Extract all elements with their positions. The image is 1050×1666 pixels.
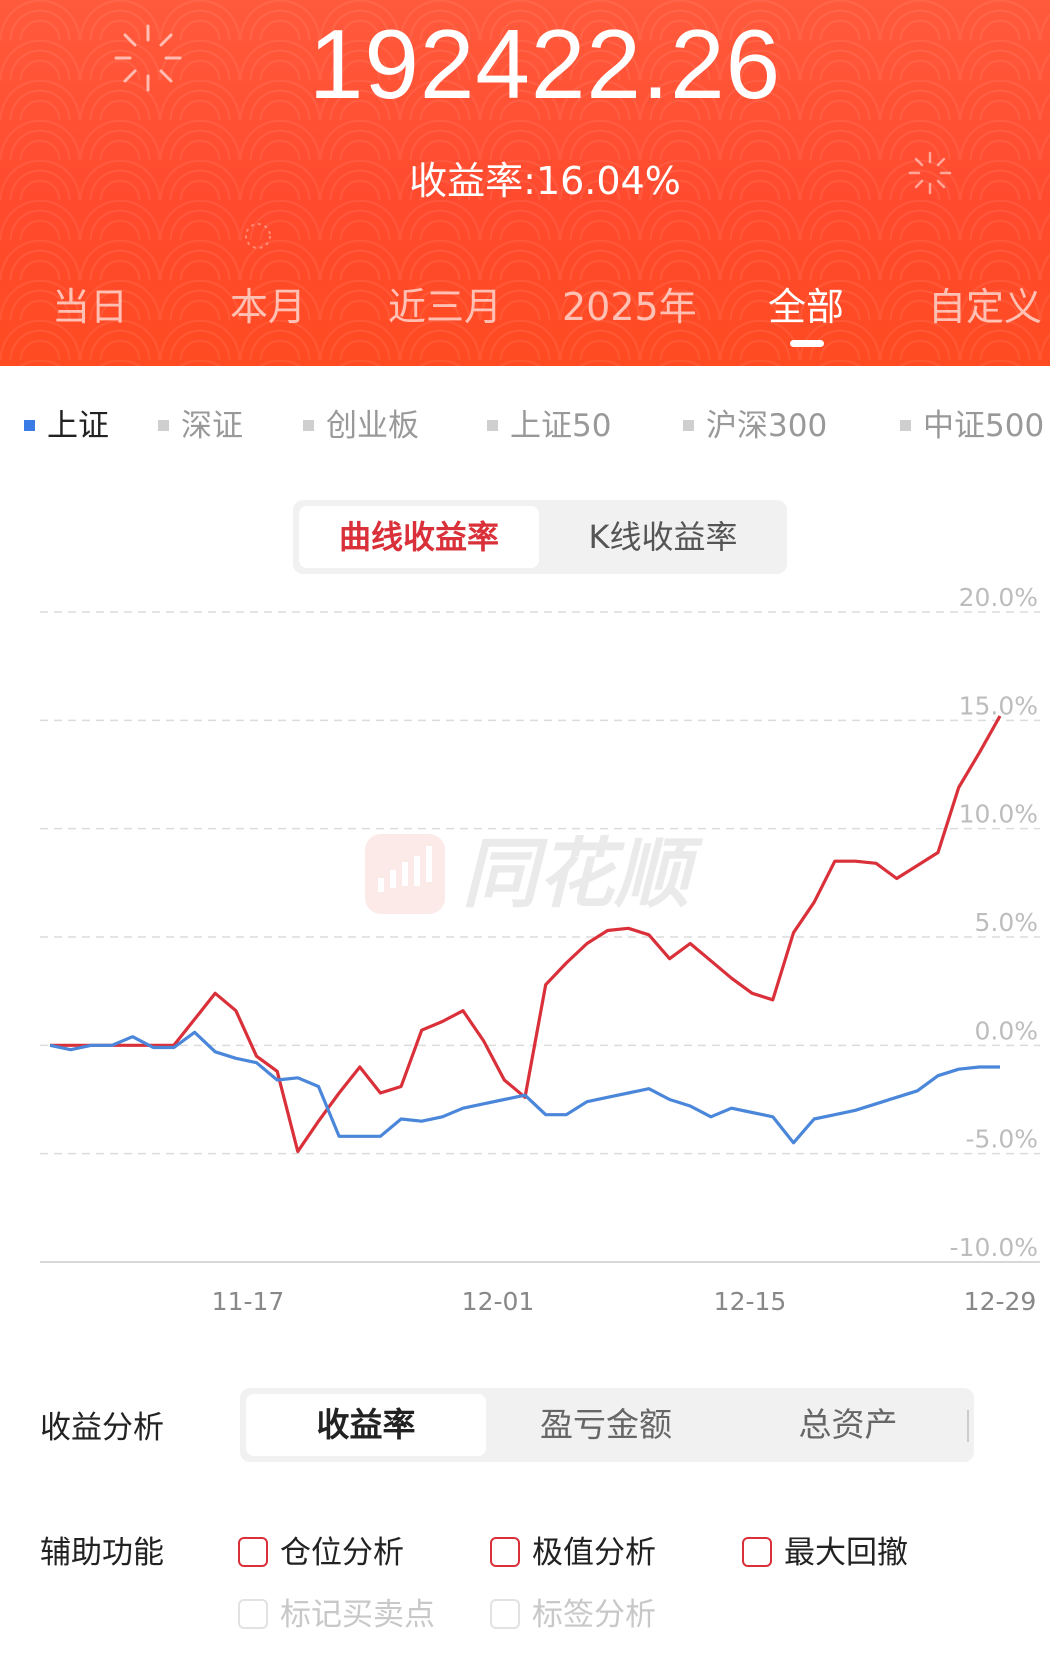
- index-csi300[interactable]: 沪深300: [683, 400, 827, 445]
- analysis-segmented-control: 收益率 盈亏金额 总资产: [240, 1388, 974, 1462]
- index-csi500[interactable]: 中证500: [900, 400, 1044, 445]
- extreme-analysis-checkbox[interactable]: 极值分析: [490, 1527, 656, 1572]
- aux-functions-label: 辅助功能: [40, 1535, 164, 1571]
- tab-year-2025[interactable]: 2025年: [562, 276, 697, 331]
- index-return-line: [49, 1030, 1000, 1145]
- curve-return-button[interactable]: 曲线收益率: [299, 506, 539, 568]
- y-tick-label: -10.0%: [950, 1233, 1038, 1262]
- watermark-text: 同花顺: [462, 829, 704, 918]
- x-tick-label: 12-29: [964, 1287, 1037, 1316]
- checkbox-icon: [238, 1536, 268, 1567]
- segment-profit-loss[interactable]: 盈亏金额: [486, 1394, 726, 1456]
- chart-mode-switch: 曲线收益率 K线收益率: [293, 500, 787, 574]
- segment-total-assets[interactable]: 总资产: [728, 1394, 968, 1456]
- legend-square-icon: [303, 420, 314, 431]
- x-tick-label: 11-17: [212, 1287, 285, 1316]
- legend-square-icon: [683, 420, 694, 431]
- index-chinext[interactable]: 创业板: [303, 400, 419, 445]
- return-chart: 同花顺 20.0% 15.0% 10.0% 5.0% 0.0% -5.0% -10.0% 1…: [0, 580, 1050, 1320]
- y-tick-label: 5.0%: [974, 908, 1038, 937]
- legend-square-icon: [487, 420, 498, 431]
- max-drawdown-checkbox[interactable]: 最大回撤: [742, 1527, 908, 1572]
- kline-return-button[interactable]: K线收益率: [543, 506, 783, 568]
- tab-today[interactable]: 当日: [52, 276, 128, 331]
- legend-square-icon: [900, 420, 911, 431]
- x-tick-label: 12-01: [462, 1287, 535, 1316]
- y-tick-label: 0.0%: [974, 1016, 1038, 1045]
- firework-decoration-tiny: [245, 223, 271, 249]
- benchmark-index-selector: 上证 深证 创业板 上证50 沪深300 中证500: [0, 400, 1050, 450]
- header-banner: 192422.26 收益率:16.04% 当日 本月 近三月 2025年 全部 …: [0, 0, 1050, 366]
- tab-all[interactable]: 全部: [768, 276, 844, 331]
- watermark-logo-icon: [365, 834, 445, 914]
- total-return-rate: 收益率:16.04%: [409, 159, 681, 203]
- segment-return-rate[interactable]: 收益率: [246, 1394, 486, 1456]
- mark-trade-points-checkbox[interactable]: 标记买卖点: [238, 1589, 435, 1634]
- y-tick-label: 10.0%: [959, 800, 1038, 829]
- y-tick-label: 15.0%: [959, 691, 1038, 720]
- return-chart-svg: 同花顺 20.0% 15.0% 10.0% 5.0% 0.0% -5.0% -10.0% 1…: [40, 583, 1040, 1316]
- checkbox-icon: [742, 1536, 772, 1567]
- portfolio-return-line: [50, 715, 1002, 1154]
- index-shenzhen[interactable]: 深证: [158, 400, 243, 445]
- total-asset-value: 192422.26: [308, 9, 782, 119]
- y-tick-label: 20.0%: [959, 583, 1038, 612]
- period-tabs: 当日 本月 近三月 2025年 全部 自定义: [0, 276, 1050, 346]
- active-tab-indicator: [790, 340, 824, 347]
- index-shanghai[interactable]: 上证: [24, 400, 109, 445]
- legend-square-icon: [158, 420, 169, 431]
- tab-custom[interactable]: 自定义: [928, 276, 1042, 331]
- y-tick-label: -5.0%: [965, 1125, 1038, 1154]
- tab-this-month[interactable]: 本月: [230, 276, 306, 331]
- checkbox-icon: [490, 1536, 520, 1567]
- tab-three-months[interactable]: 近三月: [388, 276, 502, 331]
- position-analysis-checkbox[interactable]: 仓位分析: [238, 1527, 404, 1572]
- x-tick-label: 12-15: [714, 1287, 787, 1316]
- checkbox-icon: [238, 1598, 268, 1629]
- return-analysis-label: 收益分析: [40, 1410, 164, 1446]
- checkbox-icon: [490, 1598, 520, 1629]
- index-sse50[interactable]: 上证50: [487, 400, 611, 445]
- legend-square-icon: [24, 420, 35, 431]
- tag-analysis-checkbox[interactable]: 标签分析: [490, 1589, 656, 1634]
